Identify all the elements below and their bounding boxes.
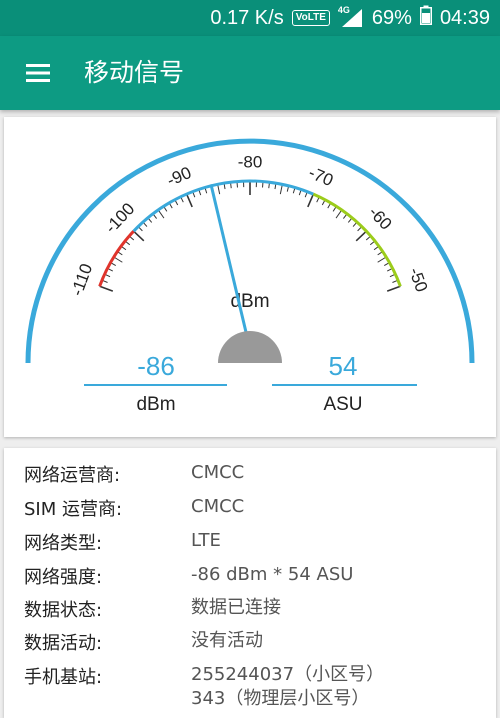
volte-badge: VoLTE (292, 10, 330, 26)
gauge-tick (387, 286, 400, 291)
gauge-tick-labels: -110-100-90-80-70-60-50 (67, 152, 431, 298)
network-speed: 0.17 K/s (210, 7, 283, 30)
gauge-tick-label: -60 (365, 203, 396, 234)
app-bar: 移动信号 (0, 36, 500, 110)
gauge-outer-arc (28, 141, 472, 363)
info-label: 网络强度: (24, 563, 194, 589)
signal-icon: 4G (338, 7, 364, 29)
gauge-tick (308, 194, 314, 207)
info-label: 数据活动: (24, 629, 194, 655)
gauge-needle (211, 186, 250, 349)
info-value: -86 dBm * 54 ASU (191, 563, 353, 586)
gauge-tick (280, 184, 282, 194)
asu-label: ASU (323, 394, 362, 415)
info-value: 数据已连接 (191, 596, 281, 619)
info-value: CMCC (191, 461, 244, 484)
info-value: LTE (191, 529, 221, 552)
info-label: 网络运营商: (24, 461, 194, 487)
dbm-label: dBm (136, 394, 175, 415)
gauge-tick (187, 194, 193, 207)
info-value: 255244037（小区号） (191, 663, 384, 686)
gauge-tick (378, 257, 387, 262)
gauge-tick-label: -110 (67, 261, 96, 298)
gauge-tick (158, 210, 164, 218)
battery-icon (420, 5, 432, 31)
info-label: 手机基站: (24, 663, 194, 689)
asu-value: 54 (329, 351, 358, 381)
gauge-tick (134, 231, 144, 241)
info-label: 网络类型: (24, 529, 194, 555)
gauge-tick (356, 231, 366, 241)
info-value: CMCC (191, 495, 244, 518)
status-bar: 0.17 K/s VoLTE 4G 69% 04:39 (0, 0, 500, 36)
battery-percent: 69% (372, 7, 412, 30)
clock: 04:39 (440, 7, 490, 30)
hamburger-menu-icon[interactable] (20, 57, 56, 89)
info-value: 没有活动 (191, 629, 263, 652)
gauge-ticks (100, 181, 401, 291)
gauge-tick (114, 257, 123, 262)
status-bar-right: 0.17 K/s VoLTE 4G 69% 04:39 (210, 0, 490, 36)
dbm-value: -86 (137, 351, 175, 381)
page-title: 移动信号 (84, 36, 184, 110)
signal-gauge-card: -110-100-90-80-70-60-50 dBm -86 dBm 54 A… (4, 117, 496, 437)
gauge-tick-label: -90 (164, 163, 194, 190)
signal-gauge: -110-100-90-80-70-60-50 dBm -86 dBm 54 A… (4, 117, 496, 437)
gauge-tick-label: -80 (238, 152, 263, 171)
gauge-hub (218, 331, 282, 363)
network-info-card: 网络运营商: CMCC SIM 运营商: CMCC 网络类型: LTE 网络强度… (4, 448, 496, 718)
network-type: 4G (338, 5, 350, 15)
info-value-secondary: 343（物理层小区号） (191, 687, 369, 710)
gauge-tick (100, 286, 113, 291)
gauge-tick-label: -70 (306, 163, 336, 190)
gauge-range-arc (134, 181, 314, 231)
info-label: 数据状态: (24, 596, 194, 622)
info-label: SIM 运营商: (24, 495, 194, 521)
gauge-tick-label: -50 (405, 265, 431, 295)
gauge-tick (336, 210, 342, 218)
